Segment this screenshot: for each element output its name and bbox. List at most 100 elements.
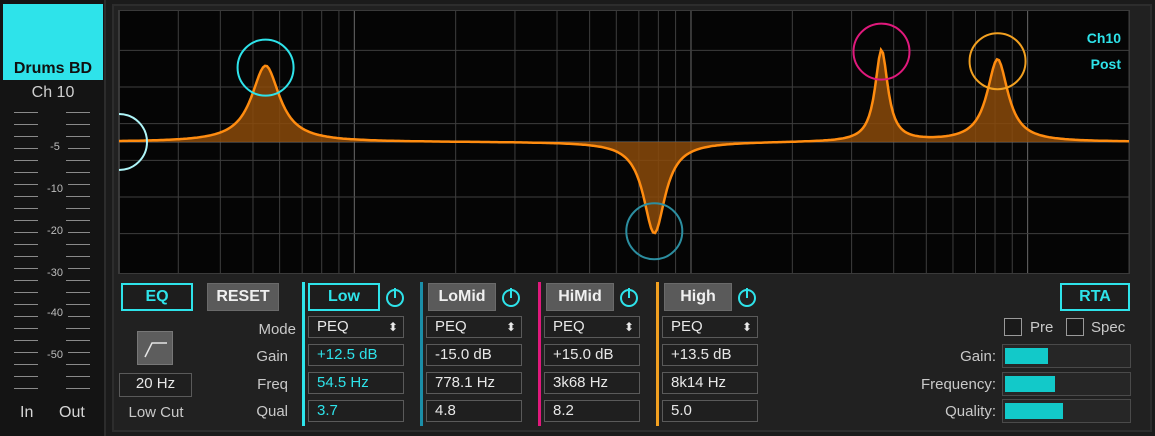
meter-tick [14,364,38,365]
meter-tick [66,148,90,149]
band-lomid-button[interactable]: LoMid [428,283,496,311]
meter-tick [14,160,38,161]
meter-tick [66,244,90,245]
rta-frequency-slider[interactable] [1002,372,1131,396]
meter-scale-label: -10 [42,183,68,195]
meter-tick [66,316,90,317]
meter-tick [66,220,90,221]
mode-select[interactable]: PEQ ⬍ [308,316,404,338]
power-icon[interactable] [618,286,640,308]
qual-row-label: Qual [256,403,288,420]
channel-name[interactable]: Drums BD [3,4,103,80]
mode-select[interactable]: PEQ ⬍ [662,316,758,338]
meter-in-label: In [20,404,34,421]
spec-checkbox[interactable] [1066,318,1084,336]
meter-scale-label: -5 [42,141,68,153]
power-icon[interactable] [500,286,522,308]
power-icon[interactable] [736,286,758,308]
meter-scale-label: -30 [42,267,68,279]
gain-field[interactable]: +12.5 dB [308,344,404,366]
meter-tick [14,316,38,317]
eq-toggle-button[interactable]: EQ [121,283,193,311]
mode-select[interactable]: PEQ ⬍ [426,316,522,338]
power-icon[interactable] [384,286,406,308]
meter-tick [14,268,38,269]
rta-quality-slider[interactable] [1002,399,1131,423]
meter-tick [66,172,90,173]
meter-tick [66,364,90,365]
meter-tick [66,340,90,341]
freq-field[interactable]: 8k14 Hz [662,372,758,394]
graph-tap-info: Post [1090,56,1121,72]
meter-tick [14,244,38,245]
meter-tick [66,196,90,197]
low-cut-freq-field[interactable]: 20 Hz [119,373,192,397]
meter-tick [66,388,90,389]
eq-graph[interactable]: Ch10 Post [118,10,1130,274]
band-color-bar [538,282,541,426]
qual-field[interactable]: 5.0 [662,400,758,422]
band-low-button[interactable]: Low [308,283,380,311]
rta-gain-slider[interactable] [1002,344,1131,368]
meter-tick [14,148,38,149]
mode-value: PEQ [435,318,467,335]
qual-field[interactable]: 4.8 [426,400,522,422]
meter-tick [14,232,38,233]
meter-tick [66,124,90,125]
rta-gain-label: Gain: [960,348,996,365]
meter-tick [14,136,38,137]
meter-tick [66,112,90,113]
level-meter: -5 -10 -20 -30 -40 -50 [0,104,106,399]
rta-button[interactable]: RTA [1060,283,1130,311]
rta-gain-fill [1005,348,1048,364]
spec-label: Spec [1091,319,1126,336]
band-lomid: LoMid PEQ ⬍ -15.0 dB 778.1 Hz 4.8 [420,282,540,432]
channel-number: Ch 10 [31,84,75,101]
meter-out-label: Out [59,404,85,421]
pre-checkbox[interactable] [1004,318,1022,336]
reset-button[interactable]: RESET [207,283,279,311]
qual-field[interactable]: 3.7 [308,400,404,422]
gain-row-label: Gain [256,348,288,365]
freq-field[interactable]: 3k68 Hz [544,372,640,394]
meter-tick [66,268,90,269]
band-color-bar [656,282,659,426]
meter-tick [14,208,38,209]
meter-tick [66,160,90,161]
meter-tick [14,376,38,377]
meter-tick [66,184,90,185]
meter-tick [66,376,90,377]
gain-field[interactable]: +13.5 dB [662,344,758,366]
eq-curve-plot[interactable] [119,11,1129,273]
band-high-button[interactable]: High [664,283,732,311]
meter-tick [14,124,38,125]
gain-field[interactable]: -15.0 dB [426,344,522,366]
meter-tick [14,112,38,113]
meter-tick [14,280,38,281]
mode-value: PEQ [317,318,349,335]
qual-field[interactable]: 8.2 [544,400,640,422]
mode-row-label: Mode [258,321,296,338]
meter-tick [14,292,38,293]
meter-tick [14,328,38,329]
freq-field[interactable]: 54.5 Hz [308,372,404,394]
meter-scale-label: -50 [42,349,68,361]
meter-scale-label: -40 [42,307,68,319]
mode-value: PEQ [671,318,703,335]
freq-field[interactable]: 778.1 Hz [426,372,522,394]
mode-value: PEQ [553,318,585,335]
band-himid-button[interactable]: HiMid [546,283,614,311]
chevron-updown-icon: ⬍ [741,320,752,334]
graph-channel-info: Ch10 [1086,30,1121,46]
meter-tick [14,196,38,197]
meter-tick [14,388,38,389]
gain-field[interactable]: +15.0 dB [544,344,640,366]
freq-row-label: Freq [257,376,288,393]
meter-tick [14,220,38,221]
low-cut-button[interactable] [137,331,173,365]
meter-tick [66,304,90,305]
meter-tick [66,256,90,257]
rta-quality-fill [1005,403,1063,419]
meter-tick [66,232,90,233]
mode-select[interactable]: PEQ ⬍ [544,316,640,338]
